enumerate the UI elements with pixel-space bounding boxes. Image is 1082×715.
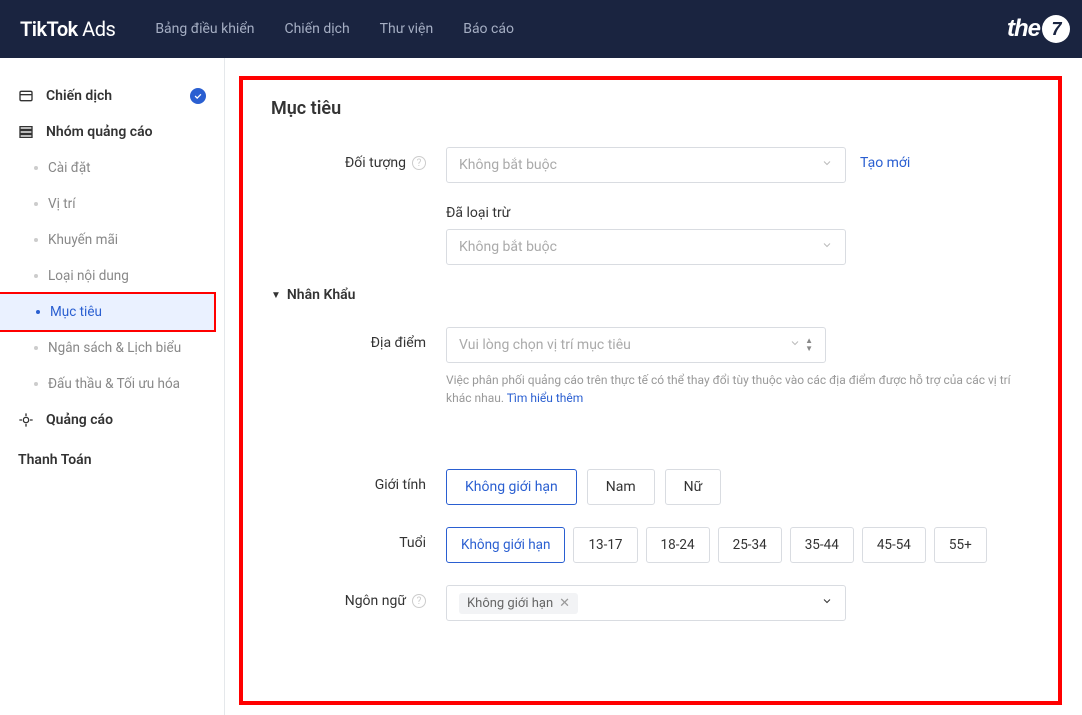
create-new-link[interactable]: Tạo mới	[860, 147, 910, 183]
sidebar-item-adgroup[interactable]: Nhóm quảng cáo	[0, 114, 224, 150]
logo-brand: TikTok	[20, 17, 78, 41]
sidebar-sub-label: Ngân sách & Lịch biểu	[48, 340, 181, 356]
sidebar-sub-label: Mục tiêu	[50, 304, 102, 320]
logo: TikTok Ads	[20, 17, 115, 41]
location-hint: Việc phân phối quảng cáo trên thực tế có…	[446, 371, 1030, 407]
location-select[interactable]: Vui lòng chọn vị trí mục tiêu ▲▼	[446, 327, 826, 363]
sidebar-item-ad[interactable]: Quảng cáo	[0, 402, 224, 438]
language-label: Ngôn ngữ ?	[271, 585, 446, 609]
sidebar-sub-promotions[interactable]: Khuyến mãi	[0, 222, 224, 258]
logo-ads: Ads	[78, 17, 116, 41]
age-option-18-24[interactable]: 18-24	[646, 527, 710, 563]
sidebar-sub-budget[interactable]: Ngân sách & Lịch biểu	[0, 330, 224, 366]
language-tag: Không giới hạn ✕	[459, 593, 578, 614]
language-tag-text: Không giới hạn	[467, 596, 553, 611]
select-placeholder: Không bắt buộc	[459, 157, 557, 173]
sidebar-sub-label: Đấu thầu & Tối ưu hóa	[48, 376, 180, 392]
gender-option-male[interactable]: Nam	[587, 469, 655, 505]
audience-select[interactable]: Không bắt buộc	[446, 147, 846, 183]
excluded-select[interactable]: Không bắt buộc	[446, 229, 846, 265]
demographics-toggle[interactable]: ▼ Nhân Khẩu	[271, 287, 1030, 303]
triangle-down-icon: ▼	[271, 290, 281, 301]
demographics-label: Nhân Khẩu	[287, 287, 356, 303]
age-option-45-54[interactable]: 45-54	[862, 527, 926, 563]
nav-tabs: Bảng điều khiển Chiến dịch Thư viện Báo …	[155, 21, 514, 37]
sidebar-sub-label: Khuyến mãi	[48, 232, 118, 248]
partner-brand: the 7	[1007, 15, 1070, 43]
chevron-down-icon	[789, 337, 801, 353]
highlighted-panel: Mục tiêu Đối tượng ? Không bắt buộc Tạo …	[239, 76, 1062, 705]
chevron-down-icon	[821, 239, 833, 255]
excluded-label: Đã loại trừ	[446, 205, 1006, 221]
adgroup-icon	[18, 124, 36, 140]
stepper-icon[interactable]: ▲▼	[805, 337, 813, 353]
top-header: TikTok Ads Bảng điều khiển Chiến dịch Th…	[0, 0, 1082, 58]
location-label: Địa điểm	[271, 327, 446, 351]
nav-tab-library[interactable]: Thư viện	[380, 21, 434, 37]
sidebar-item-payment[interactable]: Thanh Toán	[0, 438, 224, 482]
nav-tab-report[interactable]: Báo cáo	[463, 21, 514, 37]
sidebar-item-campaign[interactable]: Chiến dịch	[0, 78, 224, 114]
sidebar-label-campaign: Chiến dịch	[46, 88, 112, 104]
sidebar-sub-label: Loại nội dung	[48, 268, 129, 284]
ad-icon	[18, 412, 36, 428]
help-icon[interactable]: ?	[412, 594, 426, 608]
gender-label: Giới tính	[271, 469, 446, 493]
age-option-55plus[interactable]: 55+	[934, 527, 987, 563]
age-option-25-34[interactable]: 25-34	[718, 527, 782, 563]
sidebar-sub-placement[interactable]: Vị trí	[0, 186, 224, 222]
age-option-unlimited[interactable]: Không giới hạn	[446, 527, 565, 563]
nav-tab-dashboard[interactable]: Bảng điều khiển	[155, 21, 254, 37]
select-placeholder: Vui lòng chọn vị trí mục tiêu	[459, 337, 631, 353]
sidebar-label-ad: Quảng cáo	[46, 412, 113, 428]
nav-tab-campaign[interactable]: Chiến dịch	[284, 21, 349, 37]
chevron-down-icon	[821, 595, 833, 611]
page-title: Mục tiêu	[271, 98, 1030, 119]
sidebar-sub-label: Cài đặt	[48, 160, 91, 176]
sidebar-sub-content-type[interactable]: Loại nội dung	[0, 258, 224, 294]
sidebar-sub-bid[interactable]: Đấu thầu & Tối ưu hóa	[0, 366, 224, 402]
age-button-group: Không giới hạn 13-17 18-24 25-34 35-44 4…	[446, 527, 1030, 563]
learn-more-link[interactable]: Tìm hiểu thêm	[507, 391, 584, 405]
sidebar-label-payment: Thanh Toán	[18, 452, 92, 468]
gender-option-female[interactable]: Nữ	[665, 469, 722, 505]
sidebar-sub-label: Vị trí	[48, 196, 76, 212]
campaign-icon	[18, 88, 36, 104]
check-icon	[190, 88, 206, 104]
age-label: Tuổi	[271, 527, 446, 551]
chevron-down-icon	[821, 157, 833, 173]
main-layout: Chiến dịch Nhóm quảng cáo Cài đặt Vị trí…	[0, 58, 1082, 715]
sidebar: Chiến dịch Nhóm quảng cáo Cài đặt Vị trí…	[0, 58, 225, 715]
gender-option-unlimited[interactable]: Không giới hạn	[446, 469, 577, 505]
language-select[interactable]: Không giới hạn ✕	[446, 585, 846, 621]
partner-brand-text: the	[1007, 15, 1040, 43]
sidebar-label-adgroup: Nhóm quảng cáo	[46, 124, 153, 140]
age-option-35-44[interactable]: 35-44	[790, 527, 854, 563]
remove-tag-icon[interactable]: ✕	[559, 596, 570, 611]
partner-brand-number: 7	[1042, 15, 1070, 43]
age-option-13-17[interactable]: 13-17	[573, 527, 637, 563]
select-placeholder: Không bắt buộc	[459, 239, 557, 255]
gender-button-group: Không giới hạn Nam Nữ	[446, 469, 1006, 505]
help-icon[interactable]: ?	[412, 156, 426, 170]
sidebar-sub-targeting[interactable]: Mục tiêu	[0, 292, 216, 332]
sidebar-sub-settings[interactable]: Cài đặt	[0, 150, 224, 186]
content-area: Mục tiêu Đối tượng ? Không bắt buộc Tạo …	[225, 58, 1082, 715]
audience-label: Đối tượng ?	[271, 147, 446, 171]
